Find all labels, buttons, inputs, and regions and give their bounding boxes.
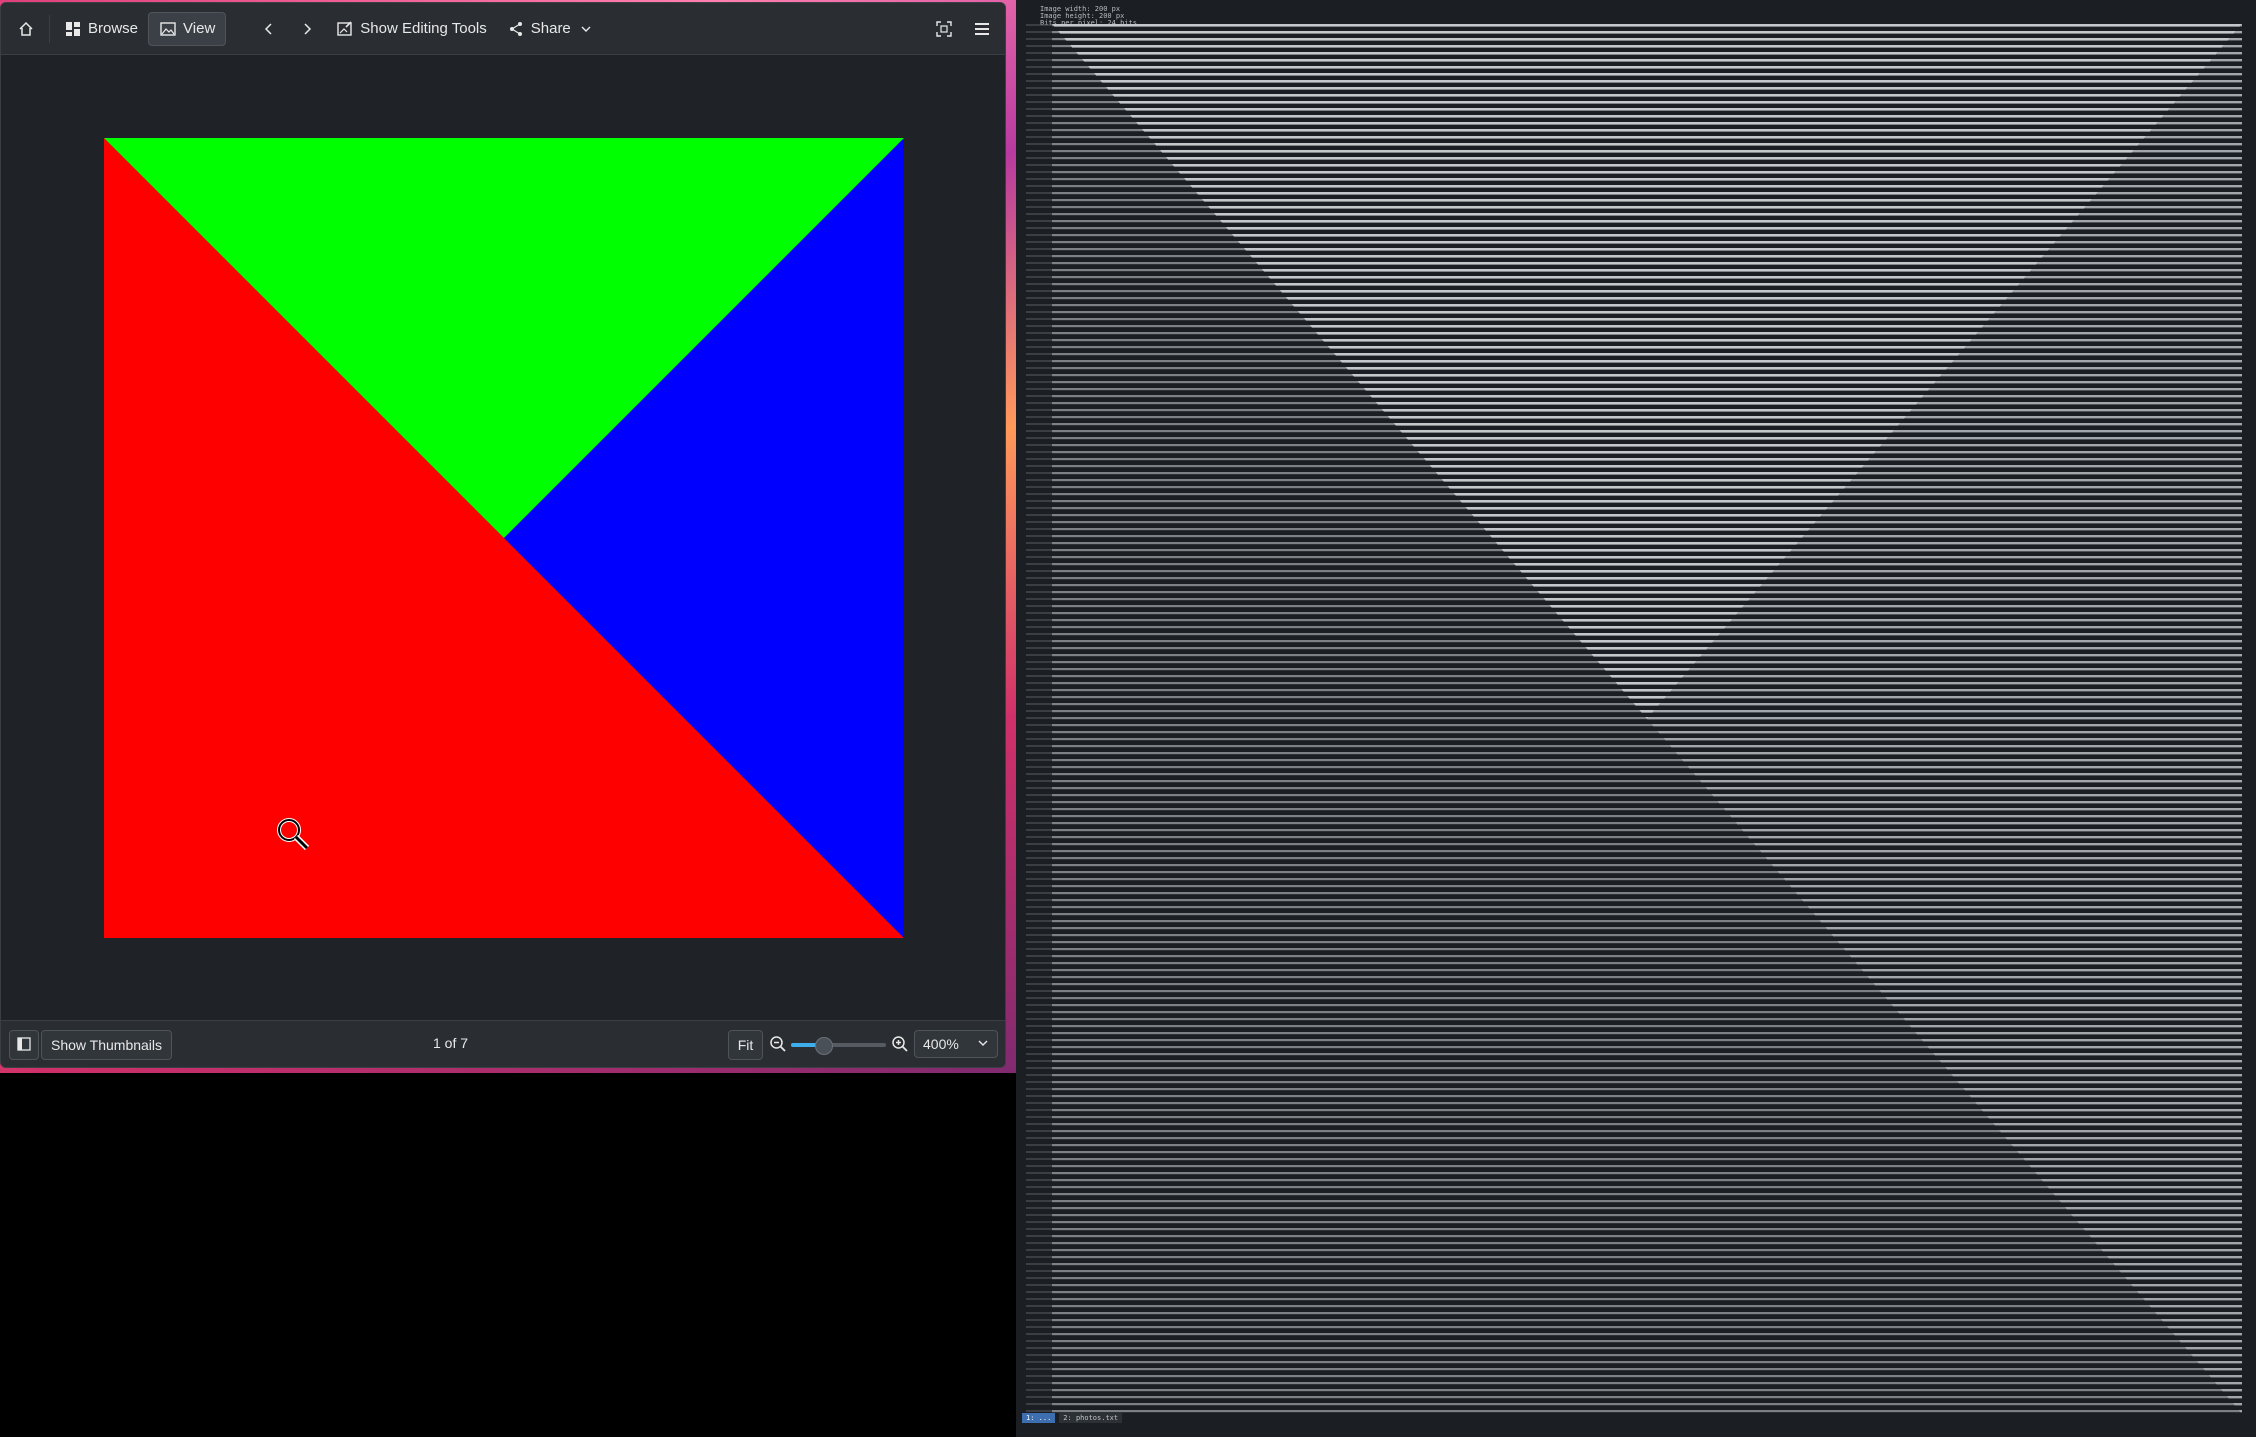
show-thumbnails-button[interactable]: Show Thumbnails (41, 1030, 173, 1060)
zoom-level-select[interactable]: 400% (914, 1030, 998, 1058)
terminal-tab[interactable]: 2: photos.txt (1059, 1413, 1123, 1423)
terminal-window[interactable]: Image width: 200 px Image height: 200 px… (1016, 0, 2256, 1437)
fullscreen-icon (935, 20, 953, 38)
show-thumbnails-label: Show Thumbnails (51, 1037, 163, 1053)
view-label: View (183, 20, 216, 37)
show-editing-tools-label: Show Editing Tools (360, 20, 487, 37)
fit-label: Fit (737, 1037, 754, 1053)
browse-button[interactable]: Browse (54, 12, 148, 46)
share-button[interactable]: Share (497, 12, 605, 46)
browse-icon (64, 20, 82, 38)
chevron-left-icon (260, 20, 278, 38)
fit-button[interactable]: Fit (728, 1030, 763, 1060)
image-count: 1 of 7 (433, 1035, 469, 1051)
chevron-right-icon (298, 20, 316, 38)
main-menu-button[interactable] (963, 12, 1001, 46)
share-label: Share (530, 20, 571, 37)
terminal-tab-bar: 1: ... 2: photos.txt (1022, 1413, 1123, 1423)
hamburger-menu-icon (973, 20, 991, 38)
sidebar-toggle-icon (17, 1036, 31, 1054)
magnifier-cursor-icon (277, 818, 310, 851)
zoom-out-icon[interactable] (769, 1035, 787, 1053)
share-icon (507, 20, 525, 38)
browse-label: Browse (88, 20, 139, 37)
image-canvas[interactable] (1, 55, 1005, 1023)
next-button[interactable] (288, 12, 326, 46)
edit-image-icon (336, 20, 354, 38)
zoom-level-value: 400% (923, 1036, 959, 1052)
image-viewer-window: Browse View Show Editing Tools Share Sho… (0, 2, 1006, 1068)
toolbar: Browse View Show Editing Tools Share (1, 3, 1005, 55)
home-icon (17, 20, 35, 38)
image-icon (159, 20, 177, 38)
sidebar-toggle-button[interactable] (9, 1030, 39, 1060)
displayed-image[interactable] (104, 138, 904, 938)
home-button[interactable] (7, 12, 45, 46)
zoom-slider[interactable] (791, 1037, 886, 1055)
status-bar: Show Thumbnails 1 of 7 Fit 400% (1, 1020, 1005, 1067)
chevron-down-icon (977, 1036, 989, 1052)
previous-button[interactable] (250, 12, 288, 46)
zoom-in-icon[interactable] (891, 1035, 909, 1053)
terminal-pixel-dump (1052, 24, 2242, 1414)
view-button[interactable]: View (148, 11, 227, 46)
toolbar-separator (49, 14, 50, 43)
zoom-slider-handle[interactable] (815, 1037, 834, 1055)
show-editing-tools-button[interactable]: Show Editing Tools (326, 12, 496, 46)
terminal-tab[interactable]: 1: ... (1022, 1413, 1056, 1423)
fullscreen-button[interactable] (925, 12, 963, 46)
chevron-down-icon (577, 20, 595, 38)
